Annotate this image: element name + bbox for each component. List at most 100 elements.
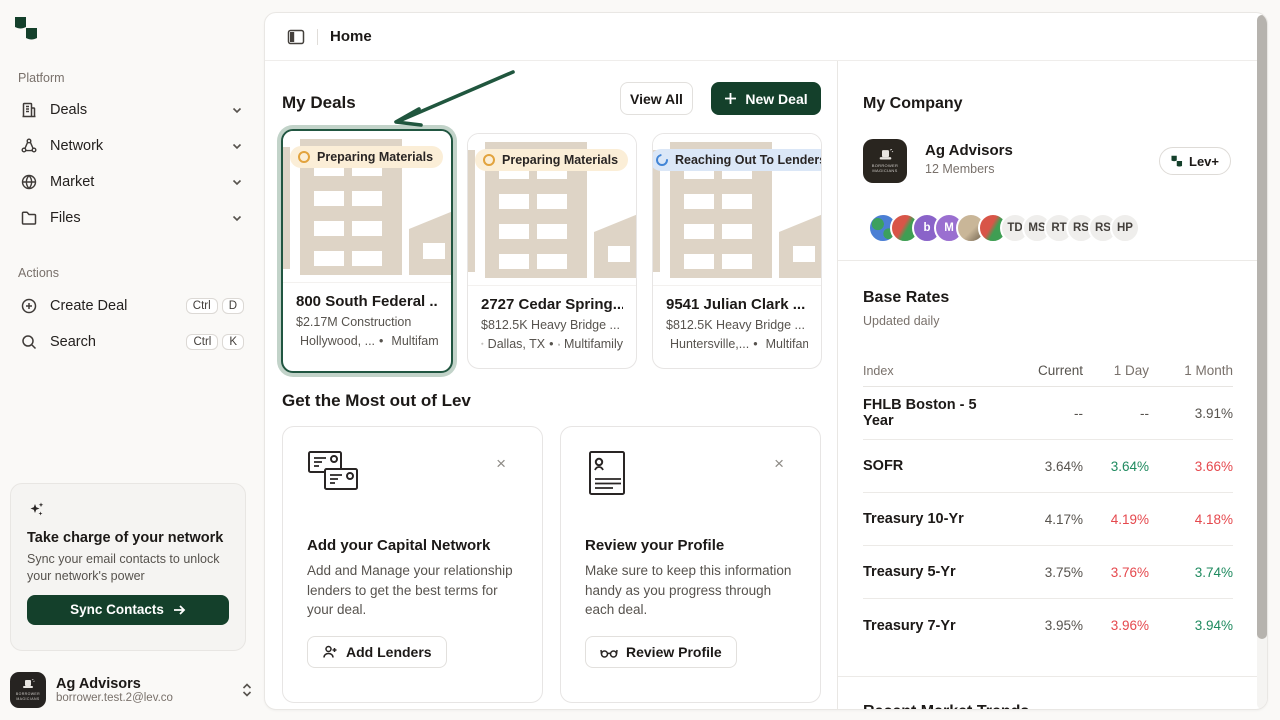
status-ring-icon <box>298 151 310 163</box>
chevron-down-icon <box>232 107 242 114</box>
chevron-down-icon <box>232 215 242 222</box>
sidebar-item-files[interactable]: Files <box>10 200 254 236</box>
account-email: borrower.test.2@lev.co <box>56 692 173 704</box>
top-hat-icon <box>879 148 893 160</box>
member-avatar[interactable]: HP <box>1110 213 1140 243</box>
onboarding-card-title: Add your Capital Network <box>307 537 491 554</box>
keycap-k: K <box>222 334 244 350</box>
deal-info: 800 South Federal ... $2.17M Constructio… <box>283 283 451 358</box>
onboarding-card-title: Review your Profile <box>585 537 725 554</box>
sidebar-action-create-deal[interactable]: Create Deal Ctrl D <box>10 288 254 324</box>
onboarding-card-body: Add and Manage your relationship lenders… <box>307 563 513 618</box>
plus-circle-icon <box>21 298 37 314</box>
status-badge: Preparing Materials <box>475 149 629 171</box>
promo-title: Take charge of your network <box>27 530 224 546</box>
chevron-down-icon <box>232 143 242 150</box>
member-avatar-stack: b M TD MS RT RS RS HP <box>868 213 1140 243</box>
table-row: Treasury 10-Yr 4.17% 4.19% 4.18% <box>863 493 1233 546</box>
get-most-heading: Get the Most out of Lev <box>282 391 471 410</box>
divider <box>838 676 1258 677</box>
platform-section-label: Platform <box>18 71 65 85</box>
sidebar-item-label: Network <box>50 138 104 154</box>
deal-title: 2727 Cedar Spring... <box>481 296 623 313</box>
status-ring-icon <box>483 154 495 166</box>
deal-card-800-south-federal[interactable]: Preparing Materials 800 South Federal ..… <box>281 129 453 373</box>
sidebar-item-network[interactable]: Network <box>10 128 254 164</box>
chevron-up-down-icon <box>242 683 252 697</box>
company-avatar: BORROWER MAGICIANS <box>10 672 46 708</box>
promo-body: Sync your email contacts to unlock your … <box>27 552 220 583</box>
table-row: SOFR 3.64% 3.64% 3.66% <box>863 440 1233 493</box>
deal-meta: Huntersville,... • Multifamily <box>670 337 808 351</box>
sidebar-toggle-icon[interactable] <box>287 28 305 46</box>
breadcrumb-home: Home <box>330 28 372 45</box>
lev-logo-icon <box>1171 155 1183 167</box>
search-icon <box>22 335 37 350</box>
close-icon[interactable]: × <box>496 455 506 472</box>
sync-contacts-button[interactable]: Sync Contacts <box>27 594 229 625</box>
sync-network-promo-card: Take charge of your network Sync your em… <box>10 483 246 651</box>
network-icon <box>21 138 37 153</box>
company-avatar: BORROWER MAGICIANS <box>863 139 907 183</box>
column-1-day: 1 Day <box>1113 363 1149 378</box>
base-rates-subtitle: Updated daily <box>863 314 940 328</box>
right-panel: My Company BORROWER MAGICIANS Ag Advisors… <box>837 61 1258 709</box>
market-icon <box>21 174 37 190</box>
actions-section-label: Actions <box>18 266 59 280</box>
status-spinner-icon <box>656 154 668 166</box>
deal-amount: $812.5K Heavy Bridge ... <box>666 318 805 332</box>
my-company-heading: My Company <box>863 95 963 112</box>
table-row: Treasury 5-Yr 3.75% 3.76% 3.74% <box>863 546 1233 599</box>
deal-meta: Hollywood, ... • Multifamily <box>300 334 438 348</box>
add-capital-network-card: × Add your Capital Network Add and Manag… <box>282 426 543 703</box>
top-bar: Home <box>265 13 1267 61</box>
keycap-ctrl: Ctrl <box>185 298 218 314</box>
deal-meta: Dallas, TX • Multifamily <box>481 337 623 351</box>
sidebar: Platform Deals Network Market Files Acti… <box>0 0 264 720</box>
sidebar-item-market[interactable]: Market <box>10 164 254 200</box>
top-hat-icon <box>23 679 35 689</box>
base-rates-heading: Base Rates <box>863 289 950 306</box>
deal-info: 2727 Cedar Spring... $812.5K Heavy Bridg… <box>468 286 636 361</box>
deal-info: 9541 Julian Clark ... $812.5K Heavy Brid… <box>653 286 821 361</box>
action-label: Search <box>50 334 96 350</box>
files-icon <box>21 211 37 225</box>
review-profile-button[interactable]: Review Profile <box>585 635 737 668</box>
close-icon[interactable]: × <box>774 455 784 472</box>
annotation-arrow <box>394 70 515 127</box>
main-panel: Home My Deals View All New Deal Preparin… <box>264 12 1268 710</box>
add-lenders-button[interactable]: Add Lenders <box>307 635 447 668</box>
action-label: Create Deal <box>50 298 128 314</box>
sparkles-icon <box>30 502 44 516</box>
deal-amount: $812.5K Heavy Bridge ... <box>481 318 620 332</box>
sidebar-item-label: Files <box>50 210 81 226</box>
deal-photo: Reaching Out To Lenders <box>653 134 821 286</box>
deal-card-2727-cedar-springs[interactable]: Preparing Materials 2727 Cedar Spring...… <box>467 133 637 369</box>
column-current: Current <box>1037 363 1083 378</box>
glasses-icon <box>600 649 618 658</box>
table-row: FHLB Boston - 5 Year -- -- 3.91% <box>863 387 1233 440</box>
deal-title: 800 South Federal ... <box>296 293 438 310</box>
company-name: Ag Advisors <box>925 142 1013 159</box>
sidebar-action-search[interactable]: Search Ctrl K <box>10 324 254 360</box>
lev-plus-badge[interactable]: Lev+ <box>1159 147 1231 175</box>
account-switcher[interactable]: BORROWER MAGICIANS Ag Advisors borrower.t… <box>10 668 254 712</box>
new-deal-button[interactable]: New Deal <box>711 82 821 115</box>
table-row: Treasury 7-Yr 3.95% 3.96% 3.94% <box>863 617 1233 634</box>
account-name: Ag Advisors <box>56 676 141 692</box>
sidebar-item-deals[interactable]: Deals <box>10 92 254 128</box>
deal-title: 9541 Julian Clark ... <box>666 296 806 313</box>
deal-card-9541-julian-clark[interactable]: Reaching Out To Lenders 9541 Julian Clar… <box>652 133 822 369</box>
review-profile-card: × Review your Profile Make sure to keep … <box>560 426 821 703</box>
arrow-right-icon <box>173 605 186 615</box>
view-all-button[interactable]: View All <box>620 82 693 115</box>
plus-icon <box>725 93 737 104</box>
building-icon <box>557 342 560 346</box>
status-badge: Preparing Materials <box>290 146 444 168</box>
onboarding-card-body: Make sure to keep this information handy… <box>585 563 792 618</box>
scrollbar-thumb[interactable] <box>1257 15 1267 639</box>
sidebar-item-label: Deals <box>50 102 88 118</box>
keycap-d: D <box>221 298 244 314</box>
deal-photo: Preparing Materials <box>283 131 451 283</box>
recent-market-trends-heading: Recent Market Trends <box>863 703 1029 709</box>
